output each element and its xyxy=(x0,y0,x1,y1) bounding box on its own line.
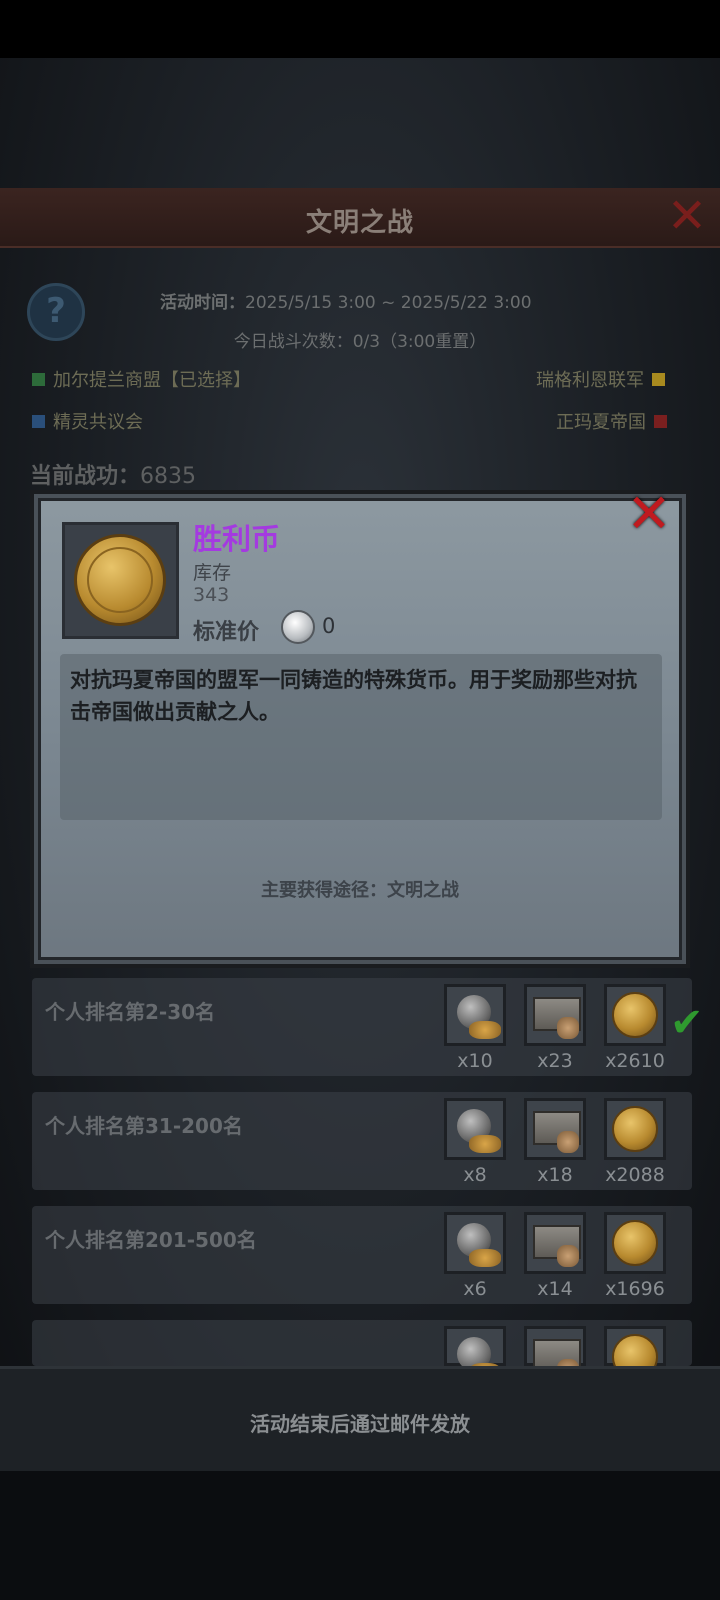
reward-row-label: 个人排名第31-200名 xyxy=(45,1114,243,1138)
chest-icon[interactable] xyxy=(524,1326,586,1381)
page-title: 文明之战 xyxy=(305,208,414,238)
reward-row-label: 个人排名第2-30名 xyxy=(45,1000,216,1024)
item-source: 主要获得途径：文明之战 xyxy=(261,880,459,901)
checkmark-icon: ✔ xyxy=(670,1000,704,1046)
reward-row xyxy=(32,978,692,1076)
merit-value: 6835 xyxy=(140,464,197,489)
reward-quantity: x10 xyxy=(457,1050,493,1072)
victory-coin-icon[interactable] xyxy=(604,1212,666,1274)
faction-label: 加尔提兰商盟【已选择】 xyxy=(53,370,251,391)
reward-quantity: x23 xyxy=(537,1050,573,1072)
reward-row xyxy=(32,1092,692,1190)
close-icon[interactable]: ✕ xyxy=(664,192,710,240)
chest-icon[interactable] xyxy=(524,1212,586,1274)
faction-color-swatch xyxy=(32,372,45,386)
faction-label: 正玛夏帝国 xyxy=(556,412,646,433)
victory-coin-icon[interactable] xyxy=(604,1326,666,1380)
potion-icon[interactable] xyxy=(444,1326,506,1381)
stock-label: 库存 xyxy=(193,562,232,584)
victory-coin-icon xyxy=(74,534,166,626)
faction-item[interactable]: 瑞格利恩联军 xyxy=(536,366,665,392)
faction-label: 精灵共议会 xyxy=(53,412,143,433)
battle-count: 今日战斗次数：0/3（3:00重置） xyxy=(233,332,487,352)
item-name: 胜利币 xyxy=(193,522,281,556)
price-value: 0 xyxy=(322,614,336,638)
reward-quantity: x2088 xyxy=(605,1164,665,1186)
faction-item[interactable]: 精灵共议会 xyxy=(32,408,143,434)
item-description: 对抗玛夏帝国的盟军一同铸造的特殊货币。用于奖励那些对抗击帝国做出贡献之人。 xyxy=(70,668,637,724)
victory-coin-icon[interactable] xyxy=(604,984,666,1046)
faction-item[interactable]: 正玛夏帝国 xyxy=(556,408,667,434)
reward-quantity: x2610 xyxy=(605,1050,665,1072)
chest-icon[interactable] xyxy=(524,984,586,1046)
merit-label: 当前战功： xyxy=(30,464,141,489)
reward-quantity: x8 xyxy=(463,1164,487,1186)
reward-quantity: x14 xyxy=(537,1278,573,1300)
potion-icon[interactable] xyxy=(444,1098,506,1160)
potion-icon[interactable] xyxy=(444,1212,506,1274)
faction-item[interactable]: 加尔提兰商盟【已选择】 xyxy=(32,366,251,392)
close-icon[interactable]: ✕ xyxy=(623,487,675,541)
status-bar xyxy=(0,0,720,58)
faction-color-swatch xyxy=(654,414,667,428)
faction-color-swatch xyxy=(32,414,45,428)
victory-coin-icon[interactable] xyxy=(604,1098,666,1160)
reward-row xyxy=(32,1320,692,1366)
stock-value: 343 xyxy=(193,584,230,606)
merit-display: 当前战功：6835 xyxy=(30,458,196,490)
event-time: 活动时间：2025/5/15 3:00 ~ 2025/5/22 3:00 xyxy=(160,288,532,313)
event-time-value: 2025/5/15 3:00 ~ 2025/5/22 3:00 xyxy=(245,293,532,313)
reward-quantity: x1696 xyxy=(605,1278,665,1300)
faction-label: 瑞格利恩联军 xyxy=(536,370,644,391)
silver-coin-icon xyxy=(281,610,315,644)
mail-notice: 活动结束后通过邮件发放 xyxy=(250,1412,470,1436)
faction-color-swatch xyxy=(652,372,665,386)
chest-icon[interactable] xyxy=(524,1098,586,1160)
reward-quantity: x18 xyxy=(537,1164,573,1186)
reward-row xyxy=(32,1206,692,1304)
reward-row-label: 个人排名第201-500名 xyxy=(45,1228,257,1252)
price-label: 标准价 xyxy=(193,620,260,645)
reward-quantity: x6 xyxy=(463,1278,487,1300)
potion-icon[interactable] xyxy=(444,984,506,1046)
event-time-label: 活动时间： xyxy=(160,293,245,313)
